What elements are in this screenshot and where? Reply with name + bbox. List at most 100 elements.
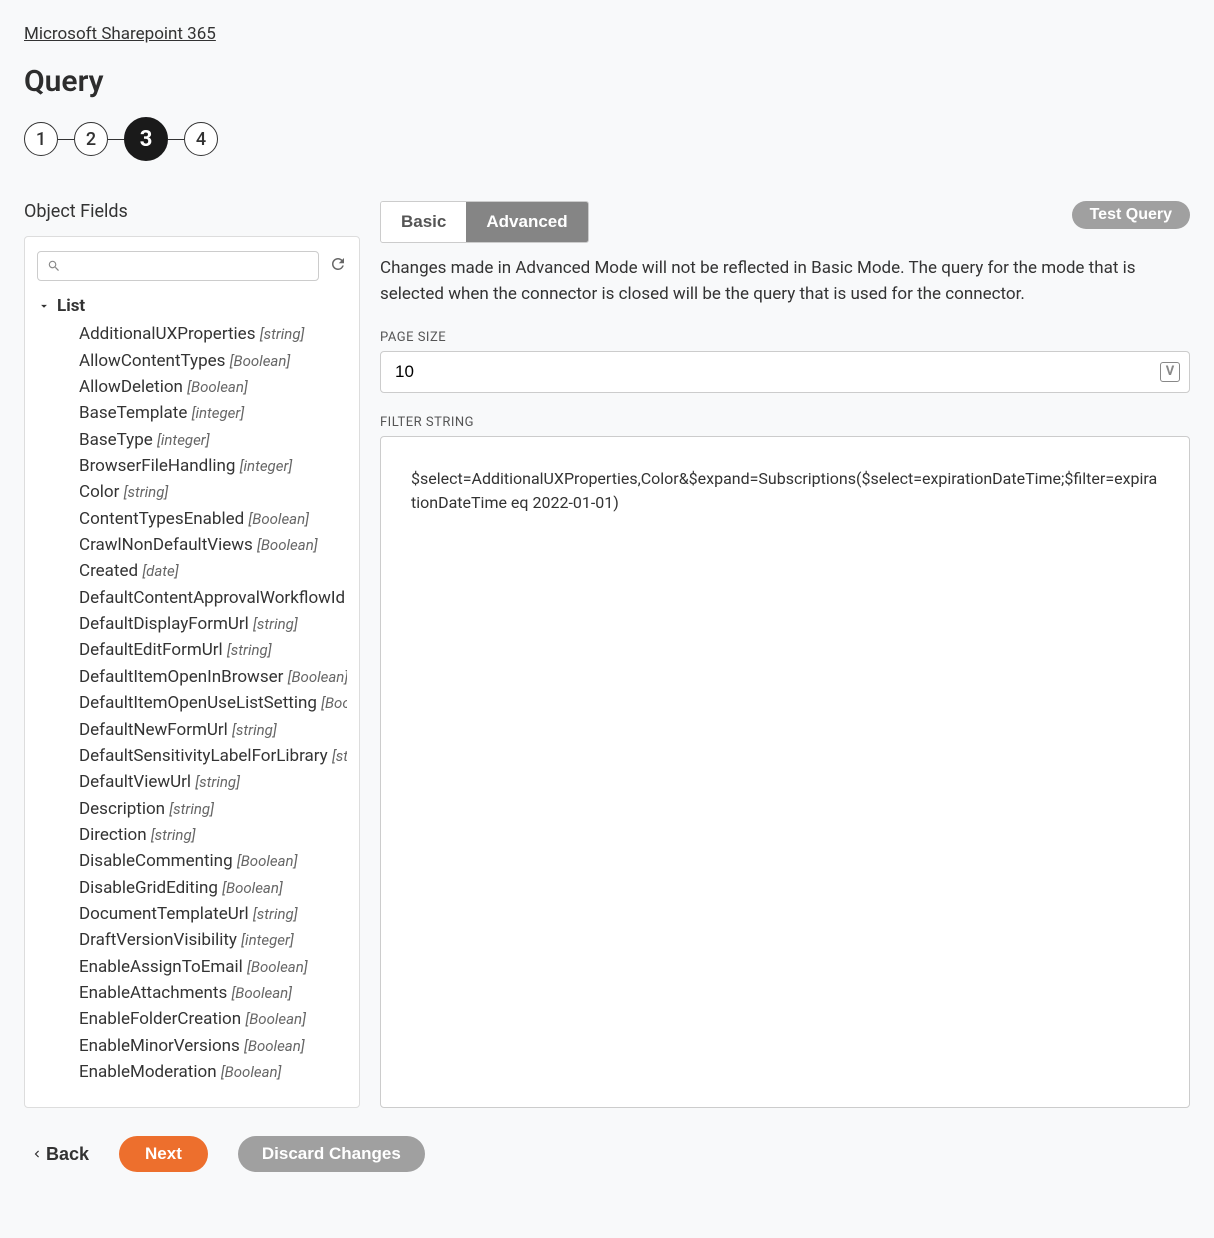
field-item[interactable]: Color [string] <box>79 479 347 505</box>
step-4[interactable]: 4 <box>184 122 218 156</box>
step-connector <box>58 139 74 140</box>
step-1[interactable]: 1 <box>24 122 58 156</box>
field-item[interactable]: DefaultViewUrl [string] <box>79 769 347 795</box>
discard-button[interactable]: Discard Changes <box>238 1136 425 1172</box>
field-name: EnableAssignToEmail <box>79 957 247 977</box>
step-connector <box>108 139 124 140</box>
field-type: [Boolean] <box>222 879 283 897</box>
page-size-input[interactable] <box>380 351 1190 393</box>
tab-basic[interactable]: Basic <box>381 202 466 242</box>
field-type: [Boolean] <box>248 510 309 528</box>
chevron-down-icon <box>37 299 51 313</box>
field-item[interactable]: BaseTemplate [integer] <box>79 400 347 426</box>
object-fields-label: Object Fields <box>24 201 360 222</box>
field-item[interactable]: DocumentTemplateUrl [string] <box>79 901 347 927</box>
field-name: AllowContentTypes <box>79 351 230 371</box>
step-connector <box>168 139 184 140</box>
stepper: 1234 <box>24 117 1190 161</box>
field-name: DefaultContentApprovalWorkflowId <box>79 588 347 608</box>
field-item[interactable]: DefaultSensitivityLabelForLibrary [strin… <box>79 743 347 769</box>
field-name: DefaultEditFormUrl <box>79 640 227 660</box>
field-item[interactable]: DisableCommenting [Boolean] <box>79 848 347 874</box>
field-item[interactable]: DisableGridEditing [Boolean] <box>79 875 347 901</box>
step-2[interactable]: 2 <box>74 122 108 156</box>
field-item[interactable]: ContentTypesEnabled [Boolean] <box>79 506 347 532</box>
field-item[interactable]: Created [date] <box>79 558 347 584</box>
field-type: [Boolean] <box>221 1063 282 1081</box>
mode-tabs: Basic Advanced <box>380 201 589 243</box>
field-name: CrawlNonDefaultViews <box>79 535 257 555</box>
field-item[interactable]: DefaultNewFormUrl [string] <box>79 717 347 743</box>
field-type: [string] <box>195 773 240 791</box>
field-name: DisableCommenting <box>79 851 237 871</box>
field-item[interactable]: AdditionalUXProperties [string] <box>79 321 347 347</box>
field-type: [Boolean] <box>257 536 318 554</box>
field-item[interactable]: DefaultContentApprovalWorkflowId [string… <box>79 585 347 611</box>
field-name: DocumentTemplateUrl <box>79 904 253 924</box>
field-item[interactable]: EnableFolderCreation [Boolean] <box>79 1006 347 1032</box>
field-name: DefaultDisplayFormUrl <box>79 614 253 634</box>
refresh-icon[interactable] <box>329 255 347 277</box>
field-item[interactable]: AllowContentTypes [Boolean] <box>79 348 347 374</box>
field-type: [string] <box>260 325 305 343</box>
field-type: [integer] <box>241 931 294 949</box>
field-name: BrowserFileHandling <box>79 456 240 476</box>
field-name: AllowDeletion <box>79 377 187 397</box>
test-query-button[interactable]: Test Query <box>1072 201 1190 229</box>
field-name: DefaultNewFormUrl <box>79 720 232 740</box>
field-type: [Boolean] <box>230 352 291 370</box>
next-button[interactable]: Next <box>119 1136 208 1172</box>
field-item[interactable]: EnableAttachments [Boolean] <box>79 980 347 1006</box>
tree-root-label: List <box>57 293 85 319</box>
field-name: AdditionalUXProperties <box>79 324 260 344</box>
field-type: [string] <box>151 826 196 844</box>
field-item[interactable]: DefaultItemOpenInBrowser [Boolean] <box>79 664 347 690</box>
field-type: [Boolean] <box>321 694 347 712</box>
field-item[interactable]: DefaultEditFormUrl [string] <box>79 637 347 663</box>
field-name: DefaultViewUrl <box>79 772 195 792</box>
field-type: [string] <box>253 615 298 633</box>
chevron-left-icon <box>30 1147 44 1161</box>
back-button[interactable]: Back <box>30 1144 89 1165</box>
field-name: Created <box>79 561 142 581</box>
field-name: EnableModeration <box>79 1062 221 1082</box>
field-item[interactable]: BaseType [integer] <box>79 427 347 453</box>
field-item[interactable]: CrawlNonDefaultViews [Boolean] <box>79 532 347 558</box>
step-3[interactable]: 3 <box>124 117 168 161</box>
field-item[interactable]: DefaultDisplayFormUrl [string] <box>79 611 347 637</box>
field-type: [Boolean] <box>288 668 347 686</box>
field-name: Direction <box>79 825 151 845</box>
page-title: Query <box>24 64 1190 99</box>
field-name: EnableAttachments <box>79 983 231 1003</box>
field-name: EnableMinorVersions <box>79 1036 244 1056</box>
field-item[interactable]: DraftVersionVisibility [integer] <box>79 927 347 953</box>
field-item[interactable]: EnableMinorVersions [Boolean] <box>79 1033 347 1059</box>
field-name: DefaultSensitivityLabelForLibrary <box>79 746 332 766</box>
field-name: BaseType <box>79 430 157 450</box>
search-input[interactable] <box>37 251 319 281</box>
field-item[interactable]: BrowserFileHandling [integer] <box>79 453 347 479</box>
field-type: [Boolean] <box>244 1037 305 1055</box>
mode-note: Changes made in Advanced Mode will not b… <box>380 255 1190 308</box>
field-item[interactable]: EnableAssignToEmail [Boolean] <box>79 954 347 980</box>
filter-string-input[interactable]: $select=AdditionalUXProperties,Color&$ex… <box>380 436 1190 1108</box>
field-item[interactable]: EnableModeration [Boolean] <box>79 1059 347 1085</box>
breadcrumb[interactable]: Microsoft Sharepoint 365 <box>24 24 216 44</box>
field-item[interactable]: DefaultItemOpenUseListSetting [Boolean] <box>79 690 347 716</box>
field-type: [string] <box>227 641 272 659</box>
tab-advanced[interactable]: Advanced <box>466 202 587 242</box>
filter-string-label: FILTER STRING <box>380 415 1190 430</box>
field-name: DefaultItemOpenInBrowser <box>79 667 288 687</box>
tree-root-list[interactable]: List <box>37 293 347 319</box>
variable-picker-icon[interactable]: V <box>1160 362 1180 382</box>
field-item[interactable]: Description [string] <box>79 796 347 822</box>
field-name: Color <box>79 482 124 502</box>
field-item[interactable]: Direction [string] <box>79 822 347 848</box>
field-type: [integer] <box>157 431 210 449</box>
field-type: [Boolean] <box>231 984 292 1002</box>
field-type: [Boolean] <box>237 852 298 870</box>
page-size-label: PAGE SIZE <box>380 330 1190 345</box>
field-type: [Boolean] <box>187 378 248 396</box>
field-name: DraftVersionVisibility <box>79 930 241 950</box>
field-item[interactable]: AllowDeletion [Boolean] <box>79 374 347 400</box>
